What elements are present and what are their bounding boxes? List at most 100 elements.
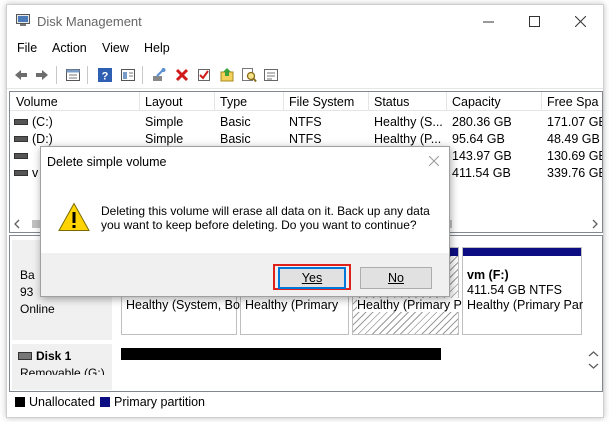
close-window-button[interactable] [557, 5, 603, 37]
disk0-label: Ba [20, 268, 35, 282]
scroll-left-icon[interactable] [13, 217, 23, 231]
toolbar-separator [56, 66, 57, 84]
svg-text:?: ? [102, 71, 109, 83]
refresh-icon[interactable] [219, 67, 235, 83]
column-free-space[interactable]: Free Spa [547, 95, 598, 109]
connect-icon[interactable] [151, 67, 167, 83]
legend-unallocated: Unallocated [29, 395, 96, 409]
legend-swatch-primary [100, 397, 110, 407]
disk-management-window: Disk Management File Action View Help ? [6, 4, 604, 418]
column-capacity[interactable]: Capacity [452, 95, 501, 109]
menu-bar: File Action View Help [7, 38, 603, 58]
partition-status: Healthy (System, Bo [126, 298, 240, 312]
cell-free-space: 48.49 GB [547, 132, 600, 146]
legend: Unallocated Primary partition [7, 393, 603, 409]
no-button[interactable]: No [360, 267, 432, 289]
back-icon[interactable] [13, 67, 29, 83]
delete-volume-dialog: Delete simple volume Deleting this volum… [40, 146, 450, 297]
column-file-system[interactable]: File System [289, 95, 354, 109]
column-status[interactable]: Status [374, 95, 409, 109]
window-title: Disk Management [37, 14, 142, 29]
dialog-message-line2: you want to keep before deleting. Do you… [101, 218, 417, 232]
cell-capacity: 280.36 GB [452, 115, 512, 129]
minimize-button[interactable] [465, 5, 511, 37]
table-row[interactable]: (D:) Simple Basic NTFS Healthy (P... 95.… [10, 130, 602, 147]
scroll-right-icon[interactable] [589, 217, 599, 231]
dialog-body: Deleting this volume will erase all data… [41, 175, 449, 253]
maximize-button[interactable] [511, 5, 557, 37]
cell-layout: Simple [145, 115, 184, 129]
disk0-size: 93 [20, 285, 34, 299]
cell-status: Healthy (P... [374, 132, 442, 146]
volume-list-header: Volume Layout Type File System Status Ca… [10, 92, 602, 111]
cell-volume: v [32, 166, 39, 180]
partition-vm[interactable]: vm (F:) 411.54 GB NTFS Healthy (Primary … [462, 247, 583, 335]
disk1-type: Removable (G:) [20, 366, 105, 375]
partition-status: Healthy (Primary Par [467, 298, 583, 312]
yes-button[interactable]: Yes [278, 267, 346, 289]
toolbar-separator [87, 66, 88, 84]
menu-help[interactable]: Help [144, 41, 170, 55]
cell-volume: (C:) [32, 115, 53, 129]
minimize-icon [482, 21, 494, 22]
column-type[interactable]: Type [220, 95, 247, 109]
scroll-down-icon[interactable] [586, 360, 601, 372]
disk1-label: Disk 1 [36, 349, 72, 363]
column-volume[interactable]: Volume [16, 95, 58, 109]
scroll-up-icon[interactable] [586, 348, 601, 360]
disk1-label-panel[interactable]: Disk 1 Removable (G:) [12, 344, 112, 390]
partition-name: vm (F:) [467, 268, 509, 282]
maximize-icon [528, 15, 540, 27]
dialog-close-icon[interactable] [429, 156, 439, 166]
menu-action[interactable]: Action [52, 41, 87, 55]
dialog-message-line1: Deleting this volume will erase all data… [101, 204, 430, 218]
check-icon[interactable] [196, 67, 212, 83]
column-divider[interactable] [283, 92, 284, 110]
disk-management-icon [16, 14, 30, 26]
cell-free-space: 339.76 GB [547, 166, 603, 180]
vertical-scrollbar[interactable] [586, 236, 601, 391]
column-divider[interactable] [446, 92, 447, 110]
properties-icon[interactable] [65, 67, 81, 83]
menu-view[interactable]: View [102, 41, 129, 55]
drive-icon [14, 153, 28, 159]
toolbar-separator [142, 66, 143, 84]
table-row[interactable]: (C:) Simple Basic NTFS Healthy (S... 280… [10, 113, 602, 130]
help-icon[interactable]: ? [97, 67, 113, 83]
cell-capacity: 411.54 GB [452, 166, 511, 180]
column-layout[interactable]: Layout [145, 95, 183, 109]
toolbar: ? [7, 61, 603, 89]
cell-type: Basic [220, 132, 251, 146]
partition-status: Healthy (Primary [245, 298, 339, 312]
list-icon[interactable] [263, 67, 279, 83]
forward-icon[interactable] [34, 67, 50, 83]
dialog-title: Delete simple volume [47, 155, 167, 169]
cell-file-system: NTFS [289, 115, 322, 129]
legend-swatch-unallocated [15, 397, 25, 407]
column-divider[interactable] [139, 92, 140, 110]
delete-icon[interactable] [174, 67, 190, 83]
cell-free-space: 130.69 GB [547, 149, 603, 163]
partition-size: 411.54 GB NTFS [467, 283, 562, 297]
console-icon[interactable] [120, 67, 136, 83]
cell-capacity: 95.64 GB [452, 132, 505, 146]
cell-status: Healthy (S... [374, 115, 443, 129]
title-bar: Disk Management [7, 5, 603, 37]
menu-file[interactable]: File [17, 41, 37, 55]
drive-icon [14, 170, 28, 176]
warning-icon [58, 202, 90, 231]
disk0-status: Online [20, 302, 55, 316]
unallocated-bar[interactable] [121, 348, 441, 360]
cell-free-space: 171.07 GB [547, 115, 603, 129]
cell-capacity: 143.97 GB [452, 149, 512, 163]
search-icon[interactable] [241, 67, 257, 83]
column-divider[interactable] [541, 92, 542, 110]
disk-icon [18, 352, 32, 360]
column-divider[interactable] [368, 92, 369, 110]
no-button-label: No [388, 271, 404, 285]
close-icon [574, 15, 586, 27]
drive-icon [14, 136, 28, 142]
column-divider[interactable] [214, 92, 215, 110]
partition-status: Healthy (Primary P [357, 298, 462, 312]
cell-volume: (D:) [32, 132, 53, 146]
